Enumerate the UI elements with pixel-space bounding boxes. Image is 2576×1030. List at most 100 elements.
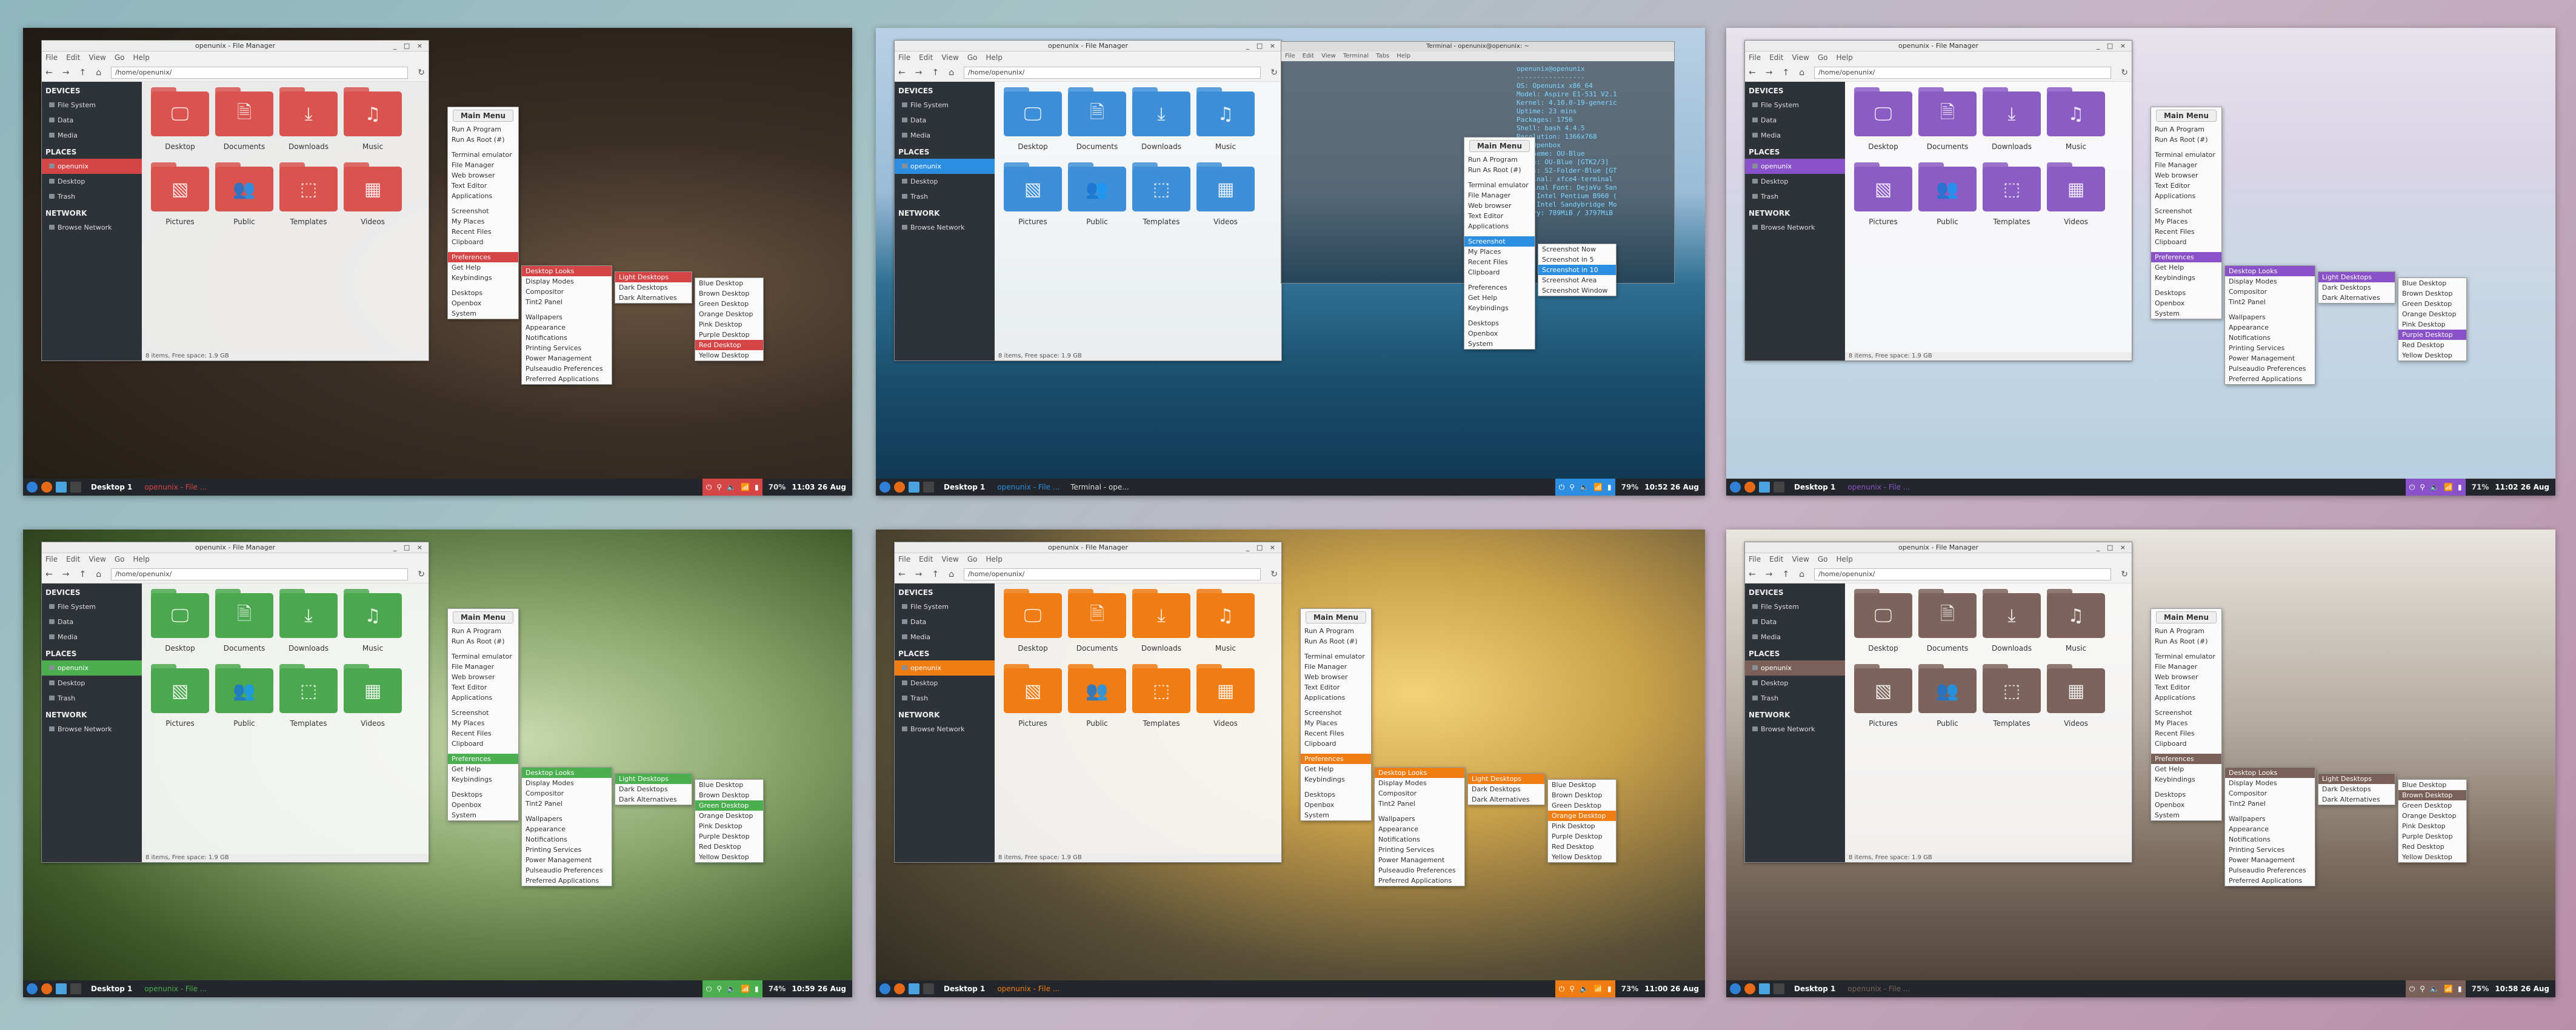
main-menu-item[interactable]: Desktops — [448, 288, 518, 298]
folder-item[interactable]: ♫ Music — [1193, 589, 1258, 653]
looks-menu-item[interactable]: Light Desktops — [2318, 272, 2395, 282]
preferences-menu-item[interactable]: Printing Services — [522, 343, 612, 353]
preferences-menu-item[interactable]: Display Modes — [522, 276, 612, 287]
battery-icon[interactable]: ▮ — [755, 483, 759, 491]
sidebar-item[interactable]: Trash — [42, 189, 142, 204]
desktop-switcher[interactable]: Desktop 1 — [91, 483, 132, 491]
folder-item[interactable]: ⤓ Downloads — [1129, 87, 1193, 151]
network-icon[interactable]: 📶 — [2444, 483, 2453, 491]
main-menu-item[interactable]: Applications — [448, 191, 518, 201]
main-menu-item[interactable]: My Places — [2151, 216, 2221, 227]
taskbar-task[interactable]: openunix - File ... — [1844, 985, 1914, 993]
preferences-menu-item[interactable]: Compositor — [2225, 287, 2315, 297]
folder-item[interactable]: 👥 Public — [1065, 664, 1129, 728]
menu-go[interactable]: Go — [967, 53, 978, 62]
menu-go[interactable]: Go — [1818, 555, 1828, 563]
battery-icon[interactable]: ▮ — [2458, 483, 2462, 491]
main-menu-item[interactable]: Run A Program — [448, 626, 518, 636]
preferences-menu-item[interactable]: Notifications — [522, 834, 612, 845]
taskbar-task[interactable]: openunix - File ... — [141, 483, 210, 491]
main-menu-item[interactable]: Keybindings — [448, 774, 518, 785]
main-menu-item[interactable]: File Manager — [1301, 662, 1371, 672]
menu-edit[interactable]: Edit — [1769, 555, 1783, 563]
volume-icon[interactable]: 🔈 — [2430, 483, 2439, 491]
desktop-switcher[interactable]: Desktop 1 — [1794, 483, 1835, 491]
color-menu-item[interactable]: Pink Desktop — [2398, 821, 2466, 831]
menu-file[interactable]: File — [898, 555, 910, 563]
main-menu-item[interactable]: Text Editor — [448, 682, 518, 693]
color-menu-item[interactable]: Blue Desktop — [695, 780, 763, 790]
menu-edit[interactable]: Edit — [66, 555, 80, 563]
menu-view[interactable]: View — [88, 53, 105, 62]
main-menu-item[interactable]: Preferences — [448, 252, 518, 262]
color-menu-item[interactable]: Brown Desktop — [2398, 790, 2466, 800]
menu-go[interactable]: Go — [967, 555, 978, 563]
menu-help[interactable]: Help — [986, 555, 1002, 563]
color-menu-item[interactable]: Red Desktop — [2398, 842, 2466, 852]
sidebar-item[interactable]: Data — [42, 614, 142, 630]
main-menu-item[interactable]: Run As Root (#) — [2151, 636, 2221, 646]
preferences-menu-item[interactable]: Appearance — [1375, 824, 1464, 834]
preferences-menu-item[interactable]: Tint2 Panel — [522, 297, 612, 307]
taskbar-task[interactable]: openunix - File ... — [141, 985, 210, 993]
looks-menu-item[interactable]: Dark Desktops — [2318, 784, 2395, 794]
menu-go[interactable]: Go — [115, 53, 125, 62]
main-menu-item[interactable]: Web browser — [1301, 672, 1371, 682]
main-menu-item[interactable]: Recent Files — [2151, 728, 2221, 739]
menu-help[interactable]: Help — [1836, 555, 1852, 563]
preferences-menu-item[interactable]: Display Modes — [2225, 276, 2315, 287]
menu-go[interactable]: Go — [115, 555, 125, 563]
preferences-menu-item[interactable]: Compositor — [1375, 788, 1464, 799]
home-icon[interactable]: ⌂ — [949, 570, 954, 579]
main-menu-item[interactable]: Run As Root (#) — [1301, 636, 1371, 646]
color-menu-item[interactable]: Orange Desktop — [2398, 309, 2466, 319]
sidebar-item[interactable]: Trash — [42, 691, 142, 706]
main-menu-item[interactable]: Screenshot — [1464, 236, 1535, 247]
main-menu-item[interactable]: Openbox — [448, 800, 518, 810]
volume-icon[interactable]: 🔈 — [2430, 985, 2439, 993]
preferences-menu-item[interactable]: Desktop Looks — [2225, 266, 2315, 276]
menu-help[interactable]: Help — [986, 53, 1002, 62]
preferences-menu-item[interactable]: Pulseaudio Preferences — [522, 364, 612, 374]
battery-icon[interactable]: ▮ — [1607, 985, 1612, 993]
terminal-icon[interactable] — [923, 983, 934, 994]
main-menu-item[interactable]: My Places — [2151, 718, 2221, 728]
folder-item[interactable]: 🗎 Documents — [1915, 87, 1980, 151]
main-menu-item[interactable]: Run A Program — [448, 124, 518, 135]
preferences-menu-item[interactable]: Pulseaudio Preferences — [1375, 865, 1464, 875]
main-menu-item[interactable]: Preferences — [448, 754, 518, 764]
main-menu-item[interactable]: Web browser — [448, 170, 518, 181]
sidebar-item[interactable]: Desktop — [42, 676, 142, 691]
address-bar[interactable]: /home/openunix/ — [111, 66, 409, 79]
back-icon[interactable]: ← — [45, 570, 53, 579]
folder-item[interactable]: ♫ Music — [2044, 87, 2108, 151]
screenshot-menu-item[interactable]: Screenshot Now — [1538, 244, 1616, 254]
network-icon[interactable]: 📶 — [741, 985, 750, 993]
color-menu-item[interactable]: Blue Desktop — [695, 278, 763, 288]
main-menu-item[interactable]: Applications — [1301, 693, 1371, 703]
sidebar-item[interactable]: openunix — [895, 159, 995, 174]
link-icon[interactable]: ⚲ — [1569, 483, 1575, 491]
main-menu-item[interactable]: Screenshot — [448, 206, 518, 216]
preferences-menu-item[interactable]: Compositor — [522, 788, 612, 799]
clock[interactable]: 10:59 26 Aug — [792, 985, 846, 993]
sidebar-item[interactable]: Data — [895, 113, 995, 128]
home-icon[interactable]: ⌂ — [96, 68, 101, 78]
main-menu-item[interactable]: Openbox — [2151, 800, 2221, 810]
address-bar[interactable]: /home/openunix/ — [111, 568, 409, 580]
main-menu-item[interactable]: Keybindings — [448, 273, 518, 283]
screenshot-menu-item[interactable]: Screenshot Area — [1538, 275, 1616, 285]
preferences-menu-item[interactable]: Tint2 Panel — [1375, 799, 1464, 809]
home-icon[interactable]: ⌂ — [96, 570, 101, 579]
main-menu-item[interactable]: Clipboard — [1301, 739, 1371, 749]
sidebar-item[interactable]: openunix — [42, 159, 142, 174]
folder-item[interactable]: 🖵 Desktop — [148, 87, 212, 151]
sidebar-item[interactable]: File System — [895, 599, 995, 614]
color-menu-item[interactable]: Brown Desktop — [695, 790, 763, 800]
network-icon[interactable]: 📶 — [741, 483, 750, 491]
main-menu-item[interactable]: System — [2151, 810, 2221, 820]
forward-icon[interactable]: → — [62, 68, 70, 78]
color-menu-item[interactable]: Green Desktop — [2398, 800, 2466, 811]
preferences-menu-item[interactable]: Wallpapers — [522, 814, 612, 824]
back-icon[interactable]: ← — [45, 68, 53, 78]
